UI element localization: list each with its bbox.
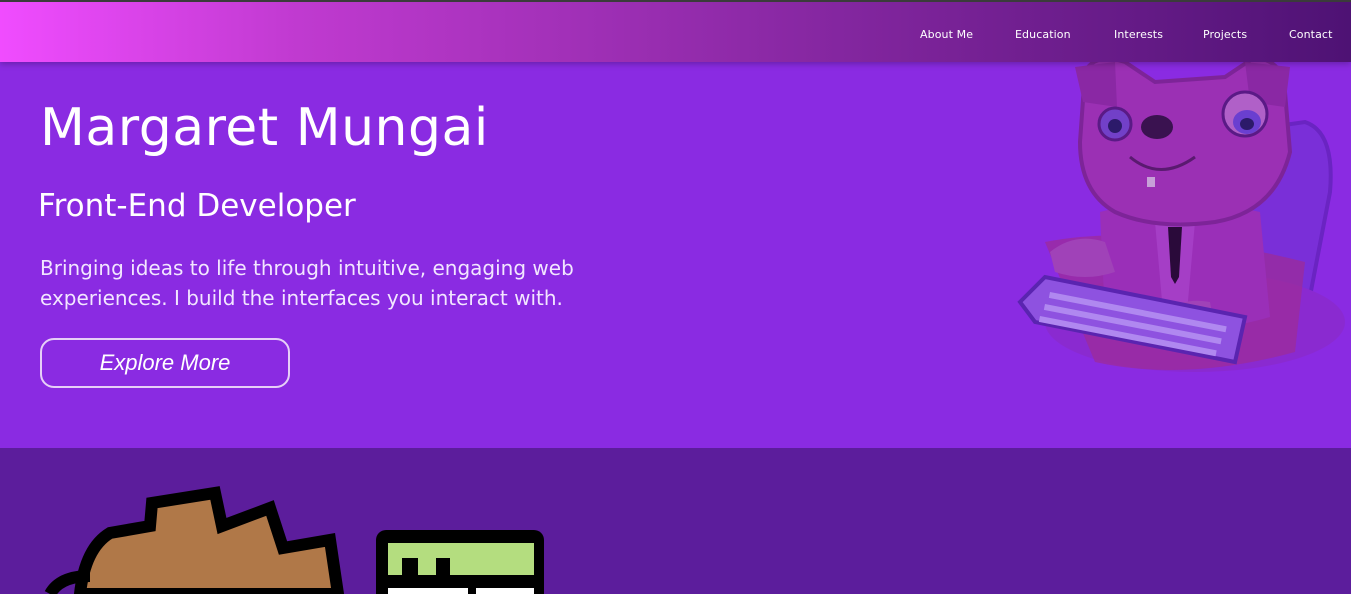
nav-link-contact[interactable]: Contact [1289, 28, 1333, 41]
nav-link-education[interactable]: Education [1015, 28, 1071, 41]
pixel-pug-at-keyboard-icon [1017, 62, 1345, 372]
nav-link-projects[interactable]: Projects [1203, 28, 1247, 41]
lower-section [0, 448, 1351, 594]
hero-section: Margaret Mungai Front-End Developer Brin… [0, 62, 1351, 448]
browser-window-icon [376, 530, 544, 594]
cartoon-character-hair-icon [44, 486, 345, 594]
explore-more-button[interactable]: Explore More [40, 338, 290, 388]
hero-role: Front-End Developer [38, 188, 356, 224]
hero-name: Margaret Mungai [40, 98, 489, 158]
lower-illustrations [44, 486, 544, 594]
nav-link-about-me[interactable]: About Me [920, 28, 973, 41]
navbar: About Me Education Interests Projects Co… [0, 0, 1351, 62]
nav-link-interests[interactable]: Interests [1114, 28, 1163, 41]
hero-tagline: Bringing ideas to life through intuitive… [40, 256, 574, 310]
